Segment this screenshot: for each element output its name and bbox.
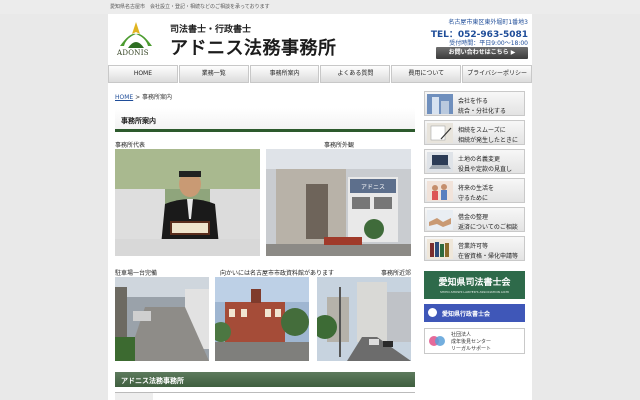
breadcrumb-current: 事務所案内 bbox=[142, 94, 173, 101]
sidebar-item-inheritance-line2: 相続が発生したときに bbox=[458, 137, 519, 144]
laptop-icon bbox=[427, 152, 453, 172]
sidebar-item-company-line2: 統合・分社化する bbox=[458, 108, 507, 115]
nav-item-privacy[interactable]: プライバシーポリシー bbox=[462, 65, 532, 83]
caption-representative: 事務所代表 bbox=[115, 142, 146, 149]
office-info-table bbox=[115, 392, 415, 400]
caption-nearby: 事務所近郊 bbox=[381, 270, 412, 277]
nearby-street-photo bbox=[317, 277, 411, 361]
sidebar-item-debt-line1: 借金の整理 bbox=[458, 214, 489, 221]
representative-photo bbox=[115, 149, 260, 256]
caption-exterior: 事務所外観 bbox=[324, 142, 355, 149]
sidebar-item-permits[interactable]: 営業許可等 在留資格・帰化申請等 bbox=[424, 236, 525, 261]
exterior-photo: アドニス bbox=[266, 149, 411, 256]
nav-item-home[interactable]: HOME bbox=[108, 65, 178, 83]
aichi-gyosei-banner[interactable]: 愛知県行政書士会 bbox=[424, 304, 525, 322]
aichi-shiho-banner-sub: SHIHO-SHOSHI LAWYER'S ASSOCIATION AICHI bbox=[440, 290, 509, 294]
building-icon bbox=[427, 94, 453, 114]
sidebar-item-land-line1: 土地の名義変更 bbox=[458, 156, 501, 163]
aichi-shiho-banner[interactable]: 愛知県司法書士会 SHIHO-SHOSHI LAWYER'S ASSOCIATI… bbox=[424, 271, 525, 299]
caption-parking: 駐車場一台完備 bbox=[115, 270, 158, 277]
sidebar-item-future[interactable]: 将来の生活を 守るために bbox=[424, 178, 525, 203]
parking-photo bbox=[115, 277, 209, 361]
city-archives-photo bbox=[215, 277, 309, 361]
legal-support-banner[interactable]: 社団法人 成年後見センター リーガルサポート bbox=[424, 328, 525, 354]
sidebar-item-future-line1: 将来の生活を bbox=[458, 185, 495, 192]
breadcrumb-home-link[interactable]: HOME bbox=[115, 94, 133, 101]
sidebar-item-permits-line1: 営業許可等 bbox=[458, 243, 489, 250]
section-header: 事務所案内 bbox=[115, 108, 415, 132]
legal-support-line2: 成年後見センター bbox=[451, 339, 492, 345]
aichi-shiho-banner-title: 愛知県司法書士会 bbox=[438, 278, 511, 288]
top-strip-text: 愛知県名古屋市 会社設立・登記・相続などのご相談を承っております bbox=[110, 4, 270, 10]
nav-item-fees[interactable]: 費用について bbox=[391, 65, 462, 83]
handshake-icon bbox=[427, 210, 453, 230]
legal-support-line3: リーガルサポート bbox=[451, 346, 492, 352]
sidebar-item-future-line2: 守るために bbox=[458, 195, 489, 202]
sidebar-item-debt[interactable]: 借金の整理 返済についてのご相談 bbox=[424, 207, 525, 232]
nav-item-faq[interactable]: よくある質問 bbox=[320, 65, 391, 83]
sidebar-item-inheritance-line1: 相続をスムーズに bbox=[458, 127, 506, 134]
sidebar-item-inheritance[interactable]: 相続をスムーズに 相続が発生したときに bbox=[424, 120, 525, 145]
legal-support-line1: 社団法人 bbox=[451, 332, 472, 338]
breadcrumb-separator: > bbox=[133, 94, 143, 101]
sidebar-item-land-line2: 役員や定款の見直し bbox=[458, 166, 513, 173]
sidebar-item-permits-line2: 在留資格・帰化申請等 bbox=[458, 253, 519, 260]
breadcrumb: HOME > 事務所案内 bbox=[115, 92, 172, 101]
section-title: 事務所案内 bbox=[121, 117, 156, 125]
legal-support-logo-icon bbox=[429, 336, 445, 346]
family-icon bbox=[427, 181, 453, 201]
header-hours: 受付時間：平日9:00〜18:00 bbox=[449, 40, 528, 47]
section2-header: アドニス法務事務所 bbox=[115, 372, 415, 387]
header-address: 名古屋市東区東外堀町1番地3 bbox=[448, 19, 528, 26]
contact-button[interactable]: お問い合わせはこちら ▶ bbox=[436, 47, 528, 59]
nav-item-services[interactable]: 業務一覧 bbox=[178, 65, 249, 83]
books-icon bbox=[427, 239, 453, 259]
sidebar-item-debt-line2: 返済についてのご相談 bbox=[458, 224, 518, 231]
gyosei-emblem-icon bbox=[428, 308, 437, 317]
top-strip: 愛知県名古屋市 会社設立・登記・相続などのご相談を承っております bbox=[0, 0, 640, 14]
logo-text[interactable]: ADONIS bbox=[117, 49, 149, 57]
caption-opposite: 向かいには名古屋市市政資料館があります bbox=[220, 270, 335, 277]
nav-item-office[interactable]: 事務所案内 bbox=[249, 65, 320, 83]
section2-title: アドニス法務事務所 bbox=[121, 377, 184, 385]
office-info-table-header-cell bbox=[115, 393, 153, 400]
firm-name: アドニス法務事務所 bbox=[170, 38, 337, 59]
page: ADONIS 司法書士・行政書士 アドニス法務事務所 名古屋市東区東外堀町1番地… bbox=[108, 14, 532, 400]
office-sign-text: アドニス bbox=[361, 184, 385, 191]
sidebar-item-land[interactable]: 土地の名義変更 役員や定款の見直し bbox=[424, 149, 525, 174]
document-icon bbox=[427, 123, 453, 143]
global-nav: HOME 業務一覧 事務所案内 よくある質問 費用について プライバシーポリシー bbox=[108, 65, 532, 83]
adonis-logo-icon[interactable] bbox=[116, 20, 156, 50]
sidebar-item-company-line1: 会社を作る bbox=[458, 98, 489, 105]
sidebar-item-company[interactable]: 会社を作る 統合・分社化する bbox=[424, 91, 525, 116]
aichi-gyosei-banner-title: 愛知県行政書士会 bbox=[442, 311, 491, 318]
